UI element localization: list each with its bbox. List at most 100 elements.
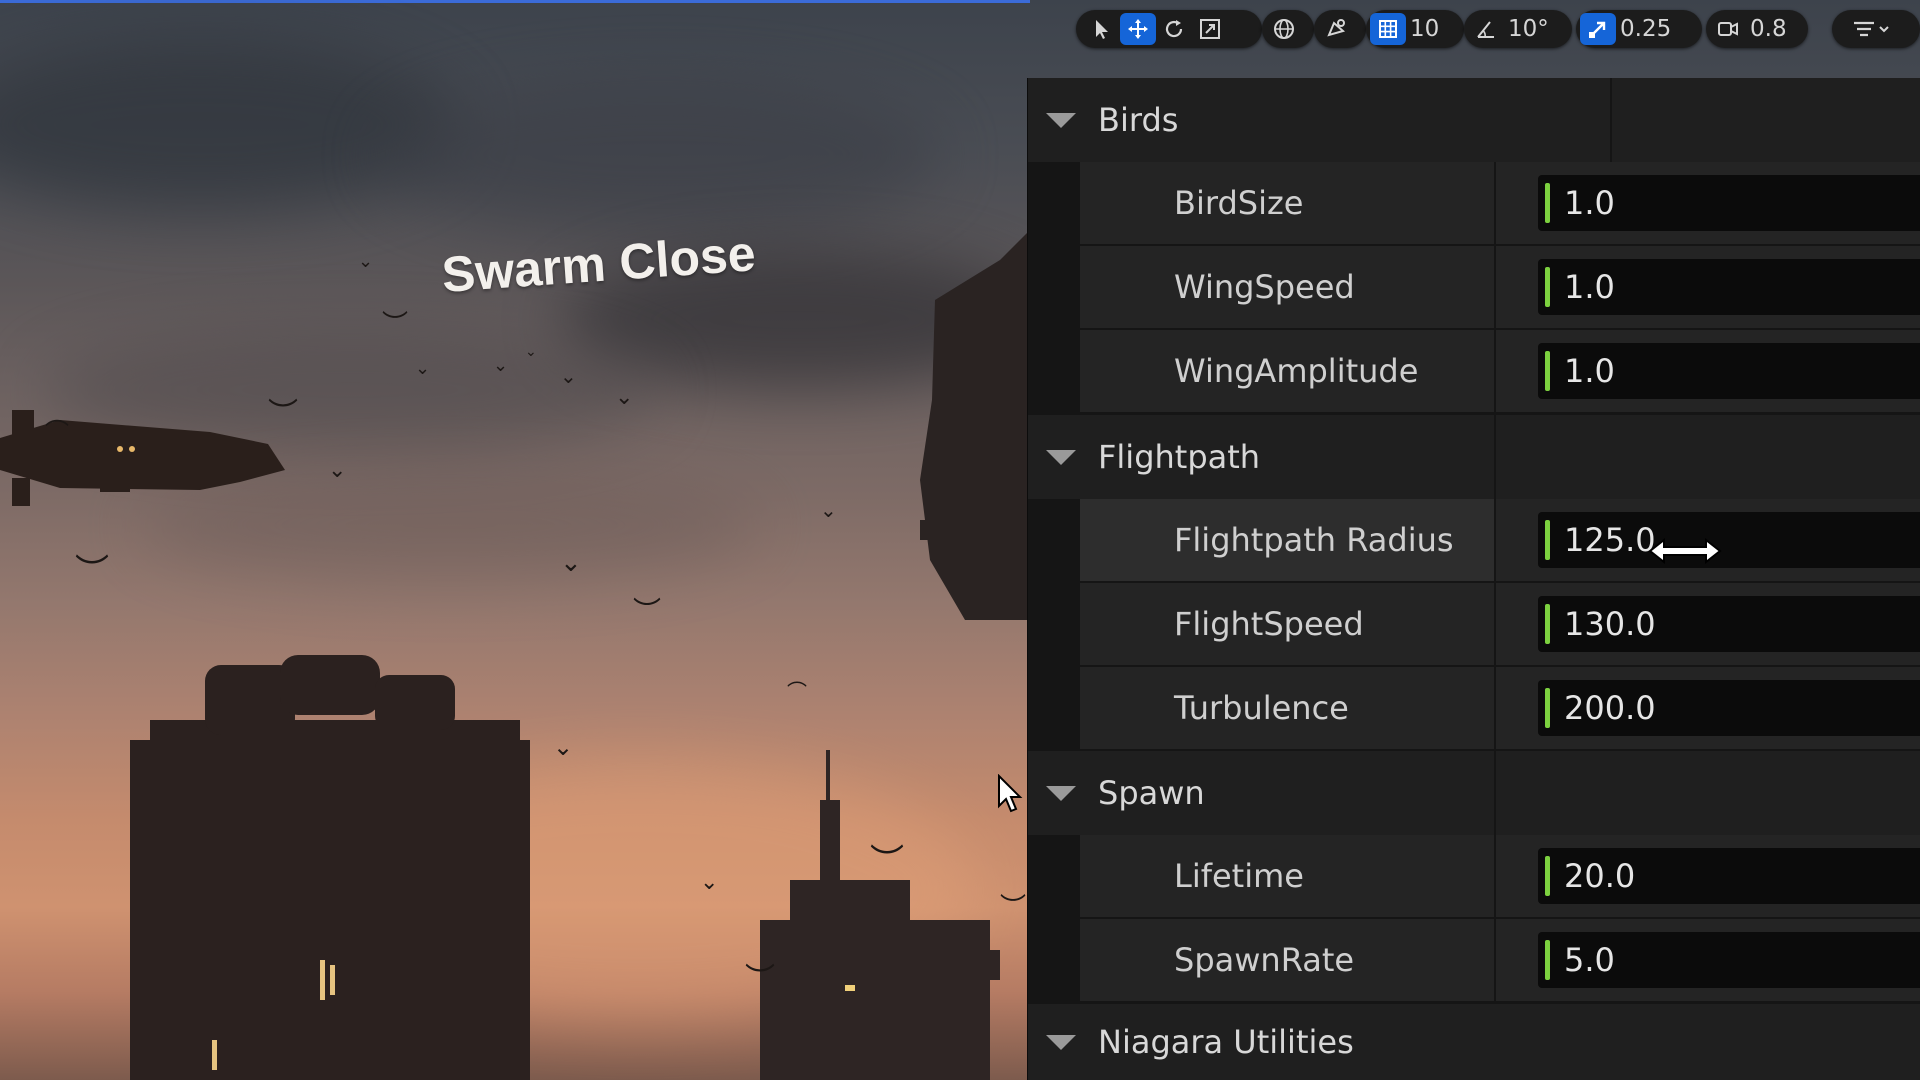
column-divider <box>1494 415 1496 499</box>
row-indent <box>1028 162 1078 246</box>
field-accent-bar <box>1545 688 1550 728</box>
mouse-pointer-icon <box>998 774 1023 813</box>
field-accent-bar <box>1545 940 1550 980</box>
number-field[interactable]: 5.0 <box>1538 932 1920 988</box>
grid-snap-value[interactable]: 10 <box>1406 16 1445 42</box>
bird: ⌄ <box>358 251 374 272</box>
property-name: Lifetime <box>1174 857 1304 895</box>
collapse-triangle-icon[interactable] <box>1046 112 1076 128</box>
angle-snap-group: 10° <box>1464 10 1572 48</box>
angle-snap-value[interactable]: 10° <box>1504 16 1555 42</box>
collapse-triangle-icon[interactable] <box>1046 449 1076 465</box>
airship-right <box>920 230 1030 620</box>
property-row-wingspeed: WingSpeed 1.0 <box>1028 246 1920 330</box>
section-label: Flightpath <box>1098 438 1261 476</box>
property-value-cell: 200.0 <box>1496 667 1920 751</box>
section-spawn[interactable]: Spawn <box>1028 751 1920 836</box>
property-name-cell: Flightpath Radius <box>1080 499 1494 583</box>
property-name-cell: BirdSize <box>1080 162 1494 246</box>
property-value-cell: 1.0 <box>1496 162 1920 246</box>
bird: ︶ <box>745 962 775 997</box>
row-indent <box>1028 667 1078 751</box>
field-accent-bar <box>1545 183 1550 223</box>
field-value[interactable]: 1.0 <box>1564 268 1615 306</box>
angle-icon[interactable] <box>1468 13 1504 45</box>
section-niagara-utilities[interactable]: Niagara Utilities <box>1028 1004 1920 1080</box>
property-value-cell: 130.0 <box>1496 583 1920 667</box>
bird: ︵ <box>787 666 807 690</box>
row-indent <box>1028 835 1078 919</box>
select-arrow-icon[interactable] <box>1084 13 1120 45</box>
number-field[interactable]: 1.0 <box>1538 343 1920 399</box>
rotate-icon[interactable] <box>1156 13 1192 45</box>
number-field[interactable]: 200.0 <box>1538 680 1920 736</box>
row-indent <box>1028 499 1078 583</box>
field-value[interactable]: 125.0 <box>1564 521 1656 559</box>
number-field[interactable]: 130.0 <box>1538 596 1920 652</box>
bird: ⌄ <box>560 364 577 388</box>
section-flightpath[interactable]: Flightpath <box>1028 415 1920 500</box>
property-row-turbulence: Turbulence 200.0 <box>1028 667 1920 751</box>
collapse-triangle-icon[interactable] <box>1046 1034 1076 1050</box>
bird: ⌄ <box>820 498 837 522</box>
details-panel: Birds BirdSize 1.0 WingSpeed 1.0 WingAmp… <box>1027 78 1920 1080</box>
bird: ︶ <box>268 397 298 432</box>
scale-icon[interactable] <box>1192 13 1228 45</box>
bird: ⌄ <box>553 733 574 761</box>
property-row-wingamplitude: WingAmplitude 1.0 <box>1028 330 1920 414</box>
property-name-cell: SpawnRate <box>1080 919 1494 1003</box>
viewport-options-group <box>1832 10 1920 48</box>
property-name-cell: WingAmplitude <box>1080 330 1494 414</box>
surface-snap-icon[interactable] <box>1318 13 1354 45</box>
field-value[interactable]: 5.0 <box>1564 941 1615 979</box>
window-light <box>330 965 335 995</box>
bird: ⌄ <box>615 385 634 410</box>
translate-icon[interactable] <box>1120 13 1156 45</box>
bird: ︶ <box>382 310 409 340</box>
property-name: WingAmplitude <box>1174 352 1419 390</box>
property-value-cell: 5.0 <box>1496 919 1920 1003</box>
grid-snap-group: 10 <box>1366 10 1464 48</box>
property-value-cell: 1.0 <box>1496 330 1920 414</box>
filter-menu-icon[interactable] <box>1836 13 1906 45</box>
property-row-lifetime: Lifetime 20.0 <box>1028 835 1920 919</box>
section-birds[interactable]: Birds <box>1028 78 1920 163</box>
bird: ︵ <box>45 402 69 430</box>
property-row-birdsize: BirdSize 1.0 <box>1028 162 1920 246</box>
number-field[interactable]: 20.0 <box>1538 848 1920 904</box>
property-name: Flightpath Radius <box>1174 521 1454 559</box>
window-light <box>320 960 325 1000</box>
row-indent <box>1028 919 1078 1003</box>
globe-icon[interactable] <box>1266 13 1302 45</box>
field-value[interactable]: 200.0 <box>1564 689 1656 727</box>
section-label: Niagara Utilities <box>1098 1023 1354 1061</box>
property-name: SpawnRate <box>1174 941 1355 979</box>
number-field[interactable]: 1.0 <box>1538 175 1920 231</box>
field-value[interactable]: 130.0 <box>1564 605 1656 643</box>
property-value-cell: 1.0 <box>1496 246 1920 330</box>
scene-silhouettes <box>0 230 1030 1080</box>
scale-snap-value[interactable]: 0.25 <box>1616 16 1677 42</box>
grid-icon[interactable] <box>1370 13 1406 45</box>
number-field[interactable]: 125.0 <box>1538 512 1920 568</box>
field-accent-bar <box>1545 267 1550 307</box>
field-accent-bar <box>1545 856 1550 896</box>
field-value[interactable]: 1.0 <box>1564 352 1615 390</box>
camera-icon[interactable] <box>1710 13 1746 45</box>
field-value[interactable]: 1.0 <box>1564 184 1615 222</box>
bird: ︶ <box>633 595 662 628</box>
camera-speed-value[interactable]: 0.8 <box>1746 16 1793 42</box>
property-name-cell: Turbulence <box>1080 667 1494 751</box>
section-label: Spawn <box>1098 774 1205 812</box>
scale-snap-icon[interactable] <box>1580 13 1616 45</box>
collapse-triangle-icon[interactable] <box>1046 785 1076 801</box>
bird: ⌄ <box>560 548 582 578</box>
bird: ︶ <box>1000 893 1027 923</box>
bird: ⌄ <box>525 344 537 360</box>
column-divider <box>1494 751 1496 835</box>
field-value[interactable]: 20.0 <box>1564 857 1635 895</box>
bird: ⌄ <box>328 458 347 483</box>
row-indent <box>1028 246 1078 330</box>
number-field[interactable]: 1.0 <box>1538 259 1920 315</box>
row-indent <box>1028 583 1078 667</box>
